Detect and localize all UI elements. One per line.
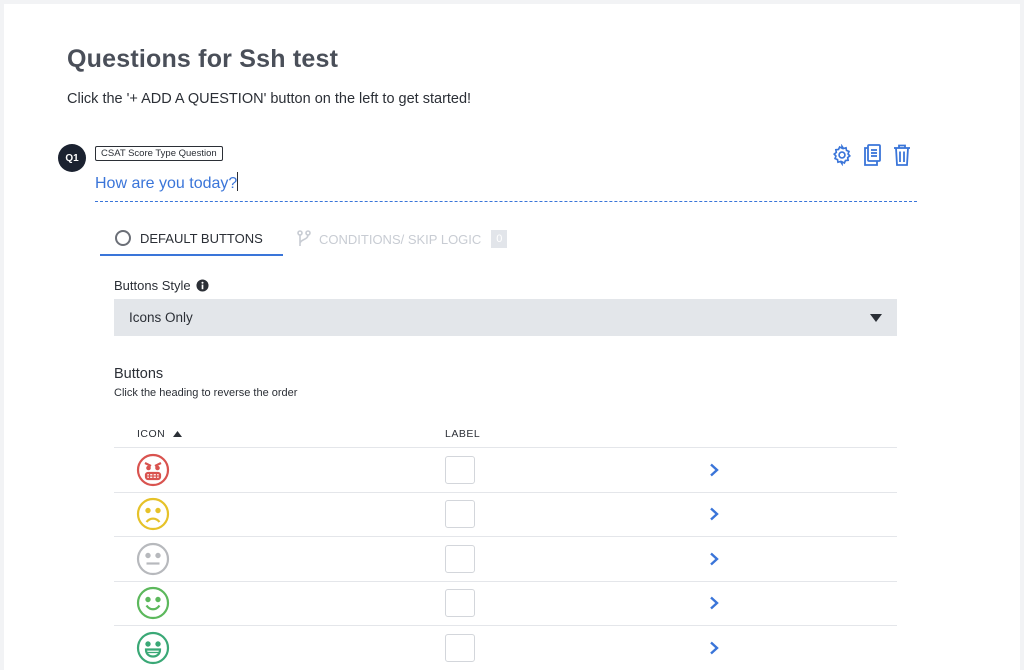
chevron-right-icon (710, 641, 719, 655)
label-input[interactable] (445, 544, 475, 573)
tab-default-label: DEFAULT BUTTONS (140, 230, 263, 246)
row-expand-button[interactable] (705, 596, 719, 610)
branch-icon (297, 230, 311, 246)
buttons-style-select[interactable]: Icons Only (114, 299, 897, 336)
dropdown-arrow-icon (870, 313, 882, 322)
column-header-icon-text: ICON (137, 427, 166, 440)
row-expand-button[interactable] (705, 641, 719, 655)
table-header: ICON LABEL (114, 420, 897, 448)
table-row (114, 537, 897, 582)
column-header-icon[interactable]: ICON (114, 428, 445, 440)
angry-face-icon (136, 453, 170, 486)
tab-default-buttons[interactable]: DEFAULT BUTTONS (100, 222, 283, 256)
table-row (114, 448, 897, 493)
trash-icon[interactable] (890, 142, 914, 168)
row-expand-button[interactable] (705, 507, 719, 521)
tab-conditions-label: CONDITIONS/ SKIP LOGIC (319, 231, 482, 247)
buttons-table: ICON LABEL (114, 420, 897, 670)
buttons-style-text: Buttons Style (114, 278, 191, 293)
question-title-text: How are you today? (95, 175, 238, 192)
buttons-style-label: Buttons Style (114, 278, 209, 293)
tab-conditions-skip-logic[interactable]: CONDITIONS/ SKIP LOGIC 0 (283, 222, 521, 256)
buttons-heading: Buttons (114, 366, 164, 382)
conditions-count-badge: 0 (491, 230, 508, 248)
text-caret (237, 172, 239, 191)
chevron-right-icon (710, 552, 719, 566)
page-title: Questions for Ssh test (67, 45, 339, 73)
buttons-subtext: Click the heading to reverse the order (114, 387, 298, 399)
chevron-right-icon (710, 596, 719, 610)
gear-icon[interactable] (830, 142, 854, 168)
label-input[interactable] (445, 589, 475, 618)
question-type-tag: CSAT Score Type Question (95, 146, 223, 161)
info-icon[interactable] (196, 279, 209, 292)
page-instructions: Click the '+ ADD A QUESTION' button on t… (67, 91, 472, 107)
grin-face-icon (136, 631, 170, 664)
row-expand-button[interactable] (705, 552, 719, 566)
chevron-right-icon (710, 507, 719, 521)
label-input[interactable] (445, 633, 475, 662)
question-title-input[interactable]: How are you today? (95, 172, 917, 202)
sort-up-icon (173, 430, 183, 437)
sad-face-icon (136, 498, 170, 531)
buttons-style-selected: Icons Only (129, 310, 193, 325)
row-expand-button[interactable] (705, 463, 719, 477)
question-tabs: DEFAULT BUTTONS CONDITIONS/ SKIP LOGIC 0 (100, 222, 521, 256)
ring-icon (115, 230, 131, 246)
label-input[interactable] (445, 455, 475, 484)
column-header-label: LABEL (445, 427, 481, 440)
question-number-badge: Q1 (58, 144, 86, 172)
copy-icon[interactable] (860, 142, 884, 168)
chevron-right-icon (710, 463, 719, 477)
label-input[interactable] (445, 500, 475, 529)
neutral-face-icon (136, 542, 170, 575)
table-row (114, 493, 897, 537)
table-row (114, 626, 897, 670)
question-actions (830, 142, 914, 168)
table-row (114, 582, 897, 626)
smile-face-icon (136, 587, 170, 620)
